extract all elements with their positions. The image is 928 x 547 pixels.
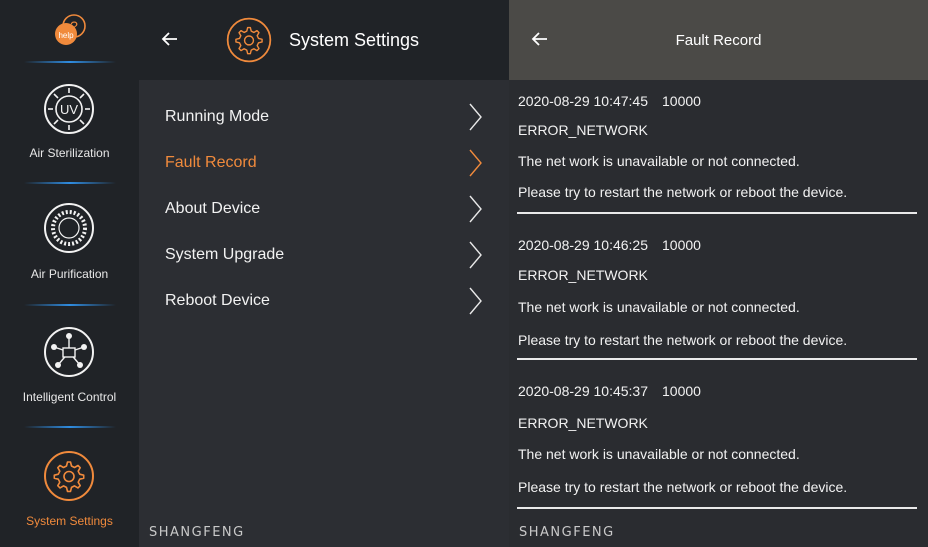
chevron-right-icon: [469, 287, 482, 315]
menu-item-reboot-device[interactable]: Reboot Device: [139, 278, 509, 324]
record-error: ERROR_NETWORK: [518, 267, 648, 283]
svg-text:UV: UV: [60, 102, 78, 117]
record-code: 10000: [662, 383, 701, 399]
nav-separator: [24, 182, 116, 184]
menu-item-label: About Device: [165, 200, 261, 217]
chevron-right-icon: [469, 103, 482, 131]
menu-item-label: Reboot Device: [165, 292, 270, 309]
fault-record-header: Fault Record: [509, 0, 928, 80]
brand-logo: SHANGFENG: [519, 525, 615, 540]
record-advice: Please try to restart the network or reb…: [518, 332, 848, 348]
record-header: 2020-08-29 10:46:25 10000: [518, 237, 715, 253]
record-message: The net work is unavailable or not conne…: [518, 153, 800, 169]
uv-icon: UV: [44, 84, 94, 134]
fault-record-panel: Fault Record 2020-08-29 10:47:45 10000 ER…: [509, 0, 928, 547]
record-code: 10000: [662, 237, 701, 253]
nav-item-intelligent-control[interactable]: Intelligent Control: [0, 306, 139, 424]
menu-item-label: System Upgrade: [165, 246, 285, 263]
help-button[interactable]: ? help: [0, 0, 139, 62]
help-icon: ? help: [55, 14, 86, 45]
nav-item-air-sterilization[interactable]: UV Air Sterilization: [0, 64, 139, 182]
fan-icon: [44, 203, 94, 253]
record-time: 2020-08-29 10:45:37: [518, 383, 648, 399]
nav-label: Air Sterilization: [29, 146, 110, 160]
record-divider: [517, 212, 917, 214]
chevron-right-icon: [469, 195, 482, 223]
record-error: ERROR_NETWORK: [518, 415, 648, 431]
svg-text:help: help: [58, 31, 74, 40]
settings-panel: System Settings Running Mode Fault Recor…: [139, 0, 509, 547]
gear-icon: [226, 17, 272, 63]
record-code: 10000: [662, 93, 701, 109]
record-advice: Please try to restart the network or reb…: [518, 184, 848, 200]
record-time: 2020-08-29 10:47:45: [518, 93, 648, 109]
record-message: The net work is unavailable or not conne…: [518, 299, 800, 315]
record-header: 2020-08-29 10:45:37 10000: [518, 383, 715, 399]
nav-item-system-settings[interactable]: System Settings: [0, 429, 139, 547]
record-divider: [517, 507, 917, 509]
record-error: ERROR_NETWORK: [518, 122, 648, 138]
brand-logo: SHANGFENG: [149, 525, 245, 540]
menu-item-label: Running Mode: [165, 108, 270, 125]
menu-item-label: Fault Record: [165, 154, 257, 171]
nav-separator: [24, 61, 116, 63]
gear-icon: [44, 451, 94, 501]
menu-item-system-upgrade[interactable]: System Upgrade: [139, 232, 509, 278]
settings-header: System Settings: [139, 0, 509, 80]
back-arrow-icon[interactable]: [159, 28, 181, 50]
nav-label: System Settings: [26, 514, 113, 528]
page-title: System Settings: [289, 30, 420, 50]
record-header: 2020-08-29 10:47:45 10000: [518, 93, 715, 109]
chevron-right-icon: [469, 241, 482, 269]
record-divider: [517, 358, 917, 360]
network-icon: [44, 327, 94, 377]
chevron-right-icon: [469, 149, 482, 177]
record-advice: Please try to restart the network or reb…: [518, 479, 848, 495]
nav-separator: [24, 426, 116, 428]
nav-item-air-purification[interactable]: Air Purification: [0, 185, 139, 303]
menu-item-about-device[interactable]: About Device: [139, 186, 509, 232]
nav-label: Air Purification: [30, 267, 109, 281]
side-nav: ? help UV Air Sterilization Air Purifica…: [0, 0, 139, 547]
page-title: Fault Record: [675, 32, 762, 49]
nav-label: Intelligent Control: [22, 390, 117, 404]
menu-item-fault-record[interactable]: Fault Record: [139, 140, 509, 186]
record-time: 2020-08-29 10:46:25: [518, 237, 648, 253]
record-message: The net work is unavailable or not conne…: [518, 446, 800, 462]
menu-item-running-mode[interactable]: Running Mode: [139, 94, 509, 140]
